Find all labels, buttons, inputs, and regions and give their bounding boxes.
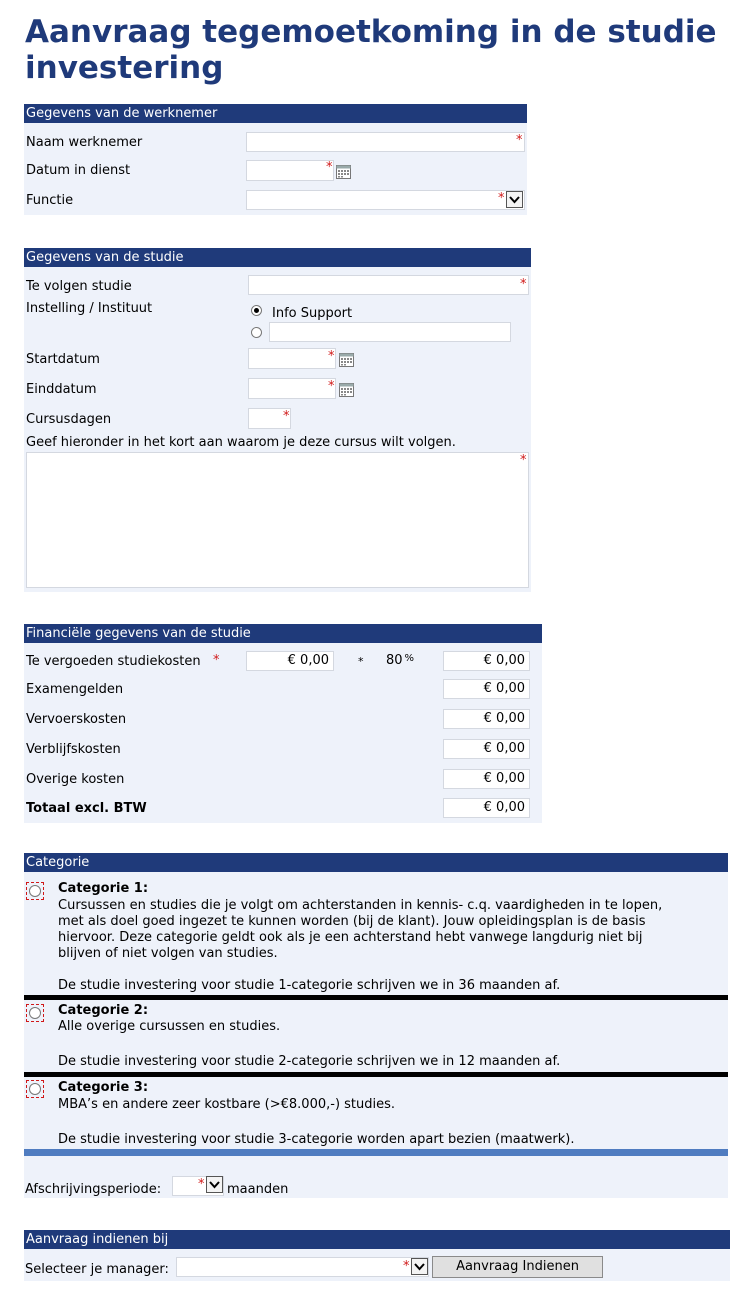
afschrijving-label: Afschrijvingsperiode:: [25, 1182, 162, 1197]
aanvraag-indienen-button[interactable]: Aanvraag Indienen: [432, 1256, 603, 1278]
totaal-value: € 0,00: [443, 798, 530, 818]
categorie-3-title: Categorie 3:: [58, 1080, 149, 1095]
radio-circle: [29, 1083, 41, 1095]
afschrijving-required: *: [198, 1177, 205, 1192]
categorie-1-note: De studie investering voor studie 1-cate…: [58, 978, 561, 993]
categorie-1-text: Cursussen en studies die je volgt om ach…: [58, 898, 663, 961]
studie-header: Gegevens van de studie: [24, 248, 531, 267]
categorie-2-title: Categorie 2:: [58, 1003, 149, 1018]
indienen-header: Aanvraag indienen bij: [24, 1230, 730, 1249]
studiekosten-input[interactable]: € 0,00: [246, 651, 334, 671]
categorie-3-radio[interactable]: [26, 1080, 44, 1098]
categorie-3-text: MBA’s en andere zeer kostbare (>€8.000,-…: [58, 1097, 396, 1112]
functie-dropdown-button[interactable]: [506, 191, 523, 208]
datum-required: *: [326, 160, 333, 175]
radio-circle: [29, 1007, 41, 1019]
functie-required: *: [498, 191, 505, 206]
financieel-panel: Financiële gegevens van de studie Te ver…: [24, 624, 542, 823]
naam-required: *: [516, 133, 523, 148]
verblijfskosten-input[interactable]: € 0,00: [443, 739, 530, 759]
radio-circle: [29, 885, 41, 897]
startdatum-label: Startdatum: [26, 352, 100, 367]
manager-dropdown-button[interactable]: [411, 1258, 428, 1275]
functie-label: Functie: [26, 193, 74, 208]
multiply-sign: *: [358, 655, 364, 668]
motivatie-textarea[interactable]: [26, 452, 529, 588]
instelling-other-input[interactable]: [269, 322, 511, 342]
chevron-down-icon: [509, 196, 520, 204]
manager-required: *: [403, 1259, 410, 1274]
motivatie-required: *: [520, 453, 527, 468]
instelling-option-label: Info Support: [272, 306, 353, 321]
naam-label: Naam werknemer: [26, 135, 143, 150]
werknemer-panel: Gegevens van de werknemer Naam werknemer…: [24, 104, 527, 215]
cursusdagen-required: *: [283, 409, 290, 424]
einddatum-required: *: [328, 379, 335, 394]
categorie-1-radio[interactable]: [26, 882, 44, 900]
studiekosten-label: Te vergoeden studiekosten: [26, 654, 201, 669]
studie-required: *: [520, 277, 527, 292]
vervoerskosten-label: Vervoerskosten: [26, 712, 127, 727]
studiekosten-required: *: [213, 653, 220, 668]
einddatum-input[interactable]: [248, 378, 336, 399]
calendar-icon[interactable]: [336, 165, 351, 179]
overige-kosten-input[interactable]: € 0,00: [443, 769, 530, 789]
maanden-label: maanden: [227, 1182, 289, 1197]
studiekosten-result: € 0,00: [443, 651, 530, 671]
studie-panel: Gegevens van de studie Te volgen studie …: [24, 248, 531, 592]
instelling-radio-other[interactable]: [251, 327, 262, 338]
calendar-icon[interactable]: [339, 353, 354, 367]
examengelden-label: Examengelden: [26, 682, 124, 697]
te-volgen-studie-label: Te volgen studie: [26, 279, 132, 294]
categorie-2-radio[interactable]: [26, 1004, 44, 1022]
instelling-radio-info-support[interactable]: [251, 305, 262, 316]
categorie-panel: Categorie Categorie 1: Cursussen en stud…: [24, 853, 728, 1198]
financieel-header: Financiële gegevens van de studie: [24, 624, 542, 643]
startdatum-input[interactable]: [248, 348, 336, 369]
overige-kosten-label: Overige kosten: [26, 772, 125, 787]
indienen-panel: Aanvraag indienen bij Selecteer je manag…: [24, 1230, 730, 1281]
werknemer-header: Gegevens van de werknemer: [24, 104, 527, 123]
datum-in-dienst-label: Datum in dienst: [26, 163, 131, 178]
naam-input[interactable]: [246, 132, 525, 152]
cursusdagen-label: Cursusdagen: [26, 412, 112, 427]
startdatum-required: *: [328, 349, 335, 364]
categorie-divider: [24, 995, 728, 1000]
categorie-3-note: De studie investering voor studie 3-cate…: [58, 1132, 575, 1147]
datum-in-dienst-input[interactable]: [246, 160, 334, 181]
chevron-down-icon: [414, 1263, 425, 1271]
categorie-divider: [24, 1149, 728, 1156]
calendar-icon[interactable]: [339, 383, 354, 397]
categorie-2-text: Alle overige cursussen en studies.: [58, 1019, 281, 1034]
motivatie-label: Geef hieronder in het kort aan waarom je…: [26, 435, 456, 450]
page-title: Aanvraag tegemoetkoming in de studie inv…: [25, 14, 717, 86]
chevron-down-icon: [209, 1181, 220, 1189]
categorie-1-title: Categorie 1:: [58, 881, 149, 896]
verblijfskosten-label: Verblijfskosten: [26, 742, 121, 757]
categorie-divider: [24, 1072, 728, 1077]
te-volgen-studie-input[interactable]: [248, 275, 529, 295]
categorie-header: Categorie: [24, 853, 728, 872]
einddatum-label: Einddatum: [26, 382, 97, 397]
examengelden-input[interactable]: € 0,00: [443, 679, 530, 699]
manager-select[interactable]: [176, 1257, 429, 1277]
vervoerskosten-input[interactable]: € 0,00: [443, 709, 530, 729]
functie-select[interactable]: [246, 190, 525, 210]
afschrijving-dropdown-button[interactable]: [206, 1176, 223, 1193]
totaal-label: Totaal excl. BTW: [26, 801, 147, 816]
instelling-label: Instelling / Instituut: [26, 301, 153, 316]
percentage-value: 80%: [386, 653, 415, 668]
manager-label: Selecteer je manager:: [25, 1262, 169, 1277]
categorie-2-note: De studie investering voor studie 2-cate…: [58, 1054, 561, 1069]
